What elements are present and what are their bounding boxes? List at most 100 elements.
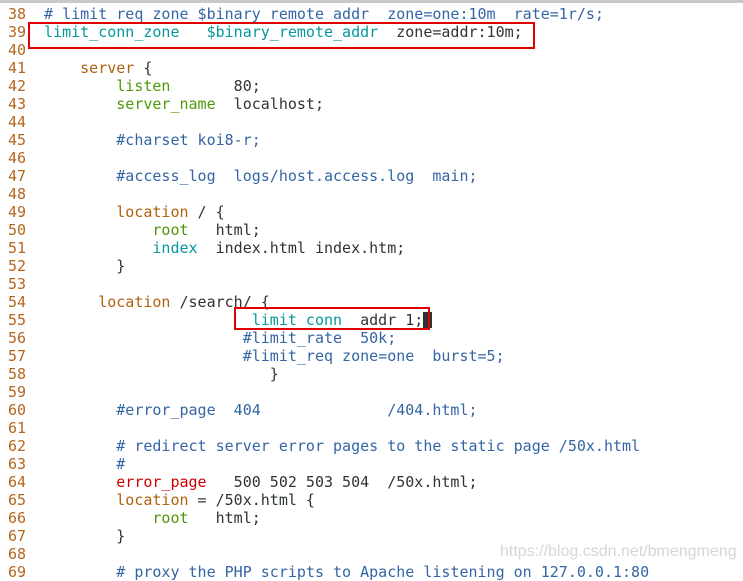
code-line[interactable]: 50 root html;: [0, 221, 743, 239]
line-number: 67: [8, 527, 27, 545]
line-number: 47: [8, 167, 27, 185]
code-token: location: [116, 491, 189, 509]
code-line[interactable]: 62 # redirect server error pages to the …: [0, 437, 743, 455]
code-line[interactable]: 56 #limit_rate 50k;: [0, 329, 743, 347]
code-token: index.html index.htm;: [197, 239, 406, 257]
code-line[interactable]: 42 listen 80;: [0, 77, 743, 95]
code-token: # proxy the PHP scripts to Apache listen…: [116, 563, 650, 581]
code-token: listen: [116, 77, 171, 95]
line-number: 66: [8, 509, 27, 527]
code-token: location: [116, 203, 189, 221]
code-editor[interactable]: 38 # limit_req_zone $binary_remote_addr …: [0, 5, 743, 581]
code-line[interactable]: 57 #limit_req zone=one burst=5;: [0, 347, 743, 365]
line-number: 55: [8, 311, 27, 329]
code-line[interactable]: 60 #error_page 404 /404.html;: [0, 401, 743, 419]
code-line[interactable]: 53: [0, 275, 743, 293]
line-number: 54: [8, 293, 27, 311]
code-line[interactable]: 63 #: [0, 455, 743, 473]
line-number: 50: [8, 221, 27, 239]
code-token: root: [152, 509, 189, 527]
code-token: / {: [188, 203, 225, 221]
line-number: 44: [8, 113, 27, 131]
code-line[interactable]: 47 #access_log logs/host.access.log main…: [0, 167, 743, 185]
code-token: html;: [188, 509, 261, 527]
code-line[interactable]: 66 root html;: [0, 509, 743, 527]
code-token: error_page: [116, 473, 207, 491]
code-token: #limit_rate 50k;: [242, 329, 397, 347]
code-line[interactable]: 41 server {: [0, 59, 743, 77]
code-line[interactable]: 52 }: [0, 257, 743, 275]
code-line[interactable]: 58 }: [0, 365, 743, 383]
code-token: #charset koi8-r;: [116, 131, 261, 149]
line-number: 63: [8, 455, 27, 473]
line-number: 57: [8, 347, 27, 365]
code-token: {: [134, 59, 153, 77]
line-number: 48: [8, 185, 27, 203]
code-token: 500 502 503 504 /50x.html;: [206, 473, 478, 491]
code-line[interactable]: 69 # proxy the PHP scripts to Apache lis…: [0, 563, 743, 581]
code-line[interactable]: 38 # limit_req_zone $binary_remote_addr …: [0, 5, 743, 23]
code-token: server: [80, 59, 135, 77]
highlight-box-limit-conn-zone: [28, 22, 535, 49]
line-number: 52: [8, 257, 27, 275]
code-token: = /50x.html {: [188, 491, 315, 509]
code-token: server_name: [116, 95, 216, 113]
line-number: 59: [8, 383, 27, 401]
code-line[interactable]: 45 #charset koi8-r;: [0, 131, 743, 149]
line-number: 41: [8, 59, 27, 77]
code-token: }: [44, 365, 279, 383]
code-token: #error_page 404 /404.html;: [116, 401, 478, 419]
code-line[interactable]: 59: [0, 383, 743, 401]
watermark: https://blog.csdn.net/bmengmeng: [500, 543, 737, 560]
code-line[interactable]: 44: [0, 113, 743, 131]
line-number: 60: [8, 401, 27, 419]
code-line[interactable]: 65 location = /50x.html {: [0, 491, 743, 509]
line-number: 58: [8, 365, 27, 383]
code-token: root: [152, 221, 189, 239]
code-token: # limit_req_zone $binary_remote_addr zon…: [44, 5, 604, 23]
code-token: #: [116, 455, 126, 473]
code-line[interactable]: 43 server_name localhost;: [0, 95, 743, 113]
code-line[interactable]: 48: [0, 185, 743, 203]
code-line[interactable]: 51 index index.html index.htm;: [0, 239, 743, 257]
line-number: 43: [8, 95, 27, 113]
line-number: 42: [8, 77, 27, 95]
code-token: index: [152, 239, 198, 257]
highlight-box-limit-conn: [234, 307, 430, 330]
code-token: html;: [188, 221, 261, 239]
line-number: 61: [8, 419, 27, 437]
code-line[interactable]: 64 error_page 500 502 503 504 /50x.html;: [0, 473, 743, 491]
code-token: #access_log logs/host.access.log main;: [116, 167, 478, 185]
code-token: 80;: [170, 77, 261, 95]
line-number: 51: [8, 239, 27, 257]
line-number: 62: [8, 437, 27, 455]
line-number: 68: [8, 545, 27, 563]
code-line[interactable]: 49 location / {: [0, 203, 743, 221]
line-number: 53: [8, 275, 27, 293]
code-token: }: [44, 527, 126, 545]
line-number: 56: [8, 329, 27, 347]
code-token: location: [98, 293, 171, 311]
line-number: 49: [8, 203, 27, 221]
code-line[interactable]: 46: [0, 149, 743, 167]
code-line[interactable]: 61: [0, 419, 743, 437]
code-token: #limit_req zone=one burst=5;: [242, 347, 505, 365]
line-number: 69: [8, 563, 27, 581]
